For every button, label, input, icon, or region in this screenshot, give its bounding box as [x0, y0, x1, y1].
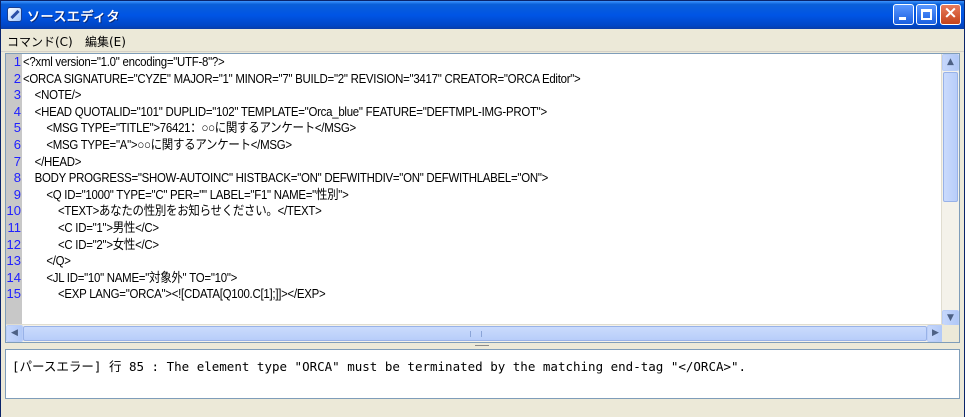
- line-number: 11: [7, 220, 22, 235]
- window-title: ソースエディタ: [27, 10, 120, 25]
- close-icon: ×: [943, 3, 958, 23]
- code-line[interactable]: 9 <Q ID="1000" TYPE="C" PER="" LABEL="F1…: [6, 188, 936, 201]
- code-line[interactable]: 10 <TEXT>あなたの性別をお知らせください。</TEXT>: [6, 204, 936, 217]
- scroll-grip-icon: [470, 331, 482, 337]
- minimize-button[interactable]: [893, 4, 914, 25]
- scroll-up-button[interactable]: ▲: [942, 54, 959, 71]
- code-line[interactable]: 4 <HEAD QUOTALID="101" DUPLID="102" TEMP…: [6, 105, 936, 118]
- code-text: <?xml version="1.0" encoding="UTF-8"?>: [23, 54, 225, 69]
- code-line[interactable]: 3 <NOTE/>: [6, 88, 936, 101]
- close-button[interactable]: ×: [940, 3, 961, 25]
- horizontal-scrollbar[interactable]: ◀ ▶: [6, 324, 944, 342]
- code-text: <NOTE/>: [23, 87, 82, 103]
- line-number: 15: [6, 286, 21, 302]
- title-bar[interactable]: ソースエディタ ×: [1, 1, 964, 29]
- line-number: 4: [13, 103, 21, 119]
- line-number: 5: [13, 120, 21, 136]
- code-text: </HEAD>: [23, 153, 82, 169]
- status-bar: [1, 401, 964, 417]
- code-line[interactable]: 14 <JL ID="10" NAME="対象外" TO="10">: [6, 271, 936, 284]
- scrollbar-corner: [942, 325, 959, 342]
- code-text: BODY PROGRESS="SHOW-AUTOINC" HISTBACK="O…: [23, 170, 549, 186]
- code-text: <MSG TYPE="A">○○に関するアンケート</MSG>: [23, 137, 292, 152]
- horizontal-scroll-thumb[interactable]: [23, 326, 927, 341]
- chevron-up-icon: ▲: [947, 57, 954, 67]
- line-number: 12: [6, 236, 21, 252]
- menu-edit[interactable]: 編集(E): [85, 33, 126, 50]
- parse-error-message: [パースエラー] 行 85 : The element type "ORCA" …: [12, 359, 747, 374]
- editor-app-icon: [7, 7, 22, 22]
- menu-command[interactable]: コマンド(C): [7, 33, 73, 50]
- code-text: <HEAD QUOTALID="101" DUPLID="102" TEMPLA…: [23, 103, 548, 119]
- code-text: <EXP LANG="ORCA"><![CDATA[Q100.C[1];]]><…: [23, 286, 326, 302]
- code-text: <MSG TYPE="TITLE">76421：○○に関するアンケート</MSG…: [23, 120, 356, 136]
- code-text: <JL ID="10" NAME="対象外" TO="10">: [23, 269, 238, 285]
- code-line[interactable]: 13 </Q>: [6, 254, 936, 267]
- line-number: 7: [13, 153, 21, 169]
- code-text: <C ID="1">男性</C>: [23, 220, 159, 235]
- line-number: 3: [13, 87, 21, 103]
- scroll-left-button[interactable]: ◀: [6, 325, 23, 342]
- maximize-button[interactable]: [916, 4, 937, 25]
- line-number: 6: [13, 137, 21, 152]
- code-text: </Q>: [23, 253, 71, 269]
- code-text: <TEXT>あなたの性別をお知らせください。</TEXT>: [23, 203, 322, 219]
- chevron-right-icon: ▶: [932, 328, 939, 338]
- line-number: 10: [6, 203, 21, 219]
- code-text: <ORCA SIGNATURE="CYZE" MAJOR="1" MINOR="…: [23, 70, 581, 86]
- chevron-down-icon: ▼: [947, 313, 954, 323]
- vertical-scroll-thumb[interactable]: [943, 72, 958, 202]
- code-line[interactable]: 2 <ORCA SIGNATURE="CYZE" MAJOR="1" MINOR=…: [6, 72, 936, 85]
- code-line[interactable]: 15 <EXP LANG="ORCA"><![CDATA[Q100.C[1];]…: [6, 287, 936, 300]
- line-number: 1: [13, 54, 21, 69]
- line-number: 8: [13, 170, 21, 186]
- line-number: 13: [6, 253, 21, 269]
- code-text: <C ID="2">女性</C>: [23, 236, 159, 252]
- code-line[interactable]: 7 </HEAD>: [6, 155, 936, 168]
- code-line[interactable]: 11 <C ID="1">男性</C>: [6, 221, 936, 234]
- line-number: 14: [6, 269, 21, 285]
- code-line[interactable]: 5 <MSG TYPE="TITLE">76421：○○に関するアンケート</M…: [6, 121, 936, 134]
- source-editor[interactable]: 1 <?xml version="1.0" encoding="UTF-8"?> 2…: [5, 53, 960, 343]
- code-line[interactable]: 1 <?xml version="1.0" encoding="UTF-8"?>: [6, 55, 936, 68]
- chevron-left-icon: ◀: [11, 328, 18, 338]
- code-line[interactable]: 6 <MSG TYPE="A">○○に関するアンケート</MSG>: [6, 138, 936, 151]
- source-editor-window: ソースエディタ × コマンド(C) 編集(E) 1 <?xml version="…: [0, 0, 965, 417]
- line-number: 2: [13, 70, 21, 86]
- error-message-pane: [パースエラー] 行 85 : The element type "ORCA" …: [5, 349, 960, 399]
- line-number: 9: [13, 186, 21, 202]
- code-text: <Q ID="1000" TYPE="C" PER="" LABEL="F1" …: [23, 186, 349, 202]
- code-line[interactable]: 12 <C ID="2">女性</C>: [6, 238, 936, 251]
- menu-bar: コマンド(C) 編集(E): [1, 29, 964, 52]
- code-line[interactable]: 8 BODY PROGRESS="SHOW-AUTOINC" HISTBACK=…: [6, 171, 936, 184]
- vertical-scrollbar[interactable]: ▲ ▼: [941, 54, 959, 327]
